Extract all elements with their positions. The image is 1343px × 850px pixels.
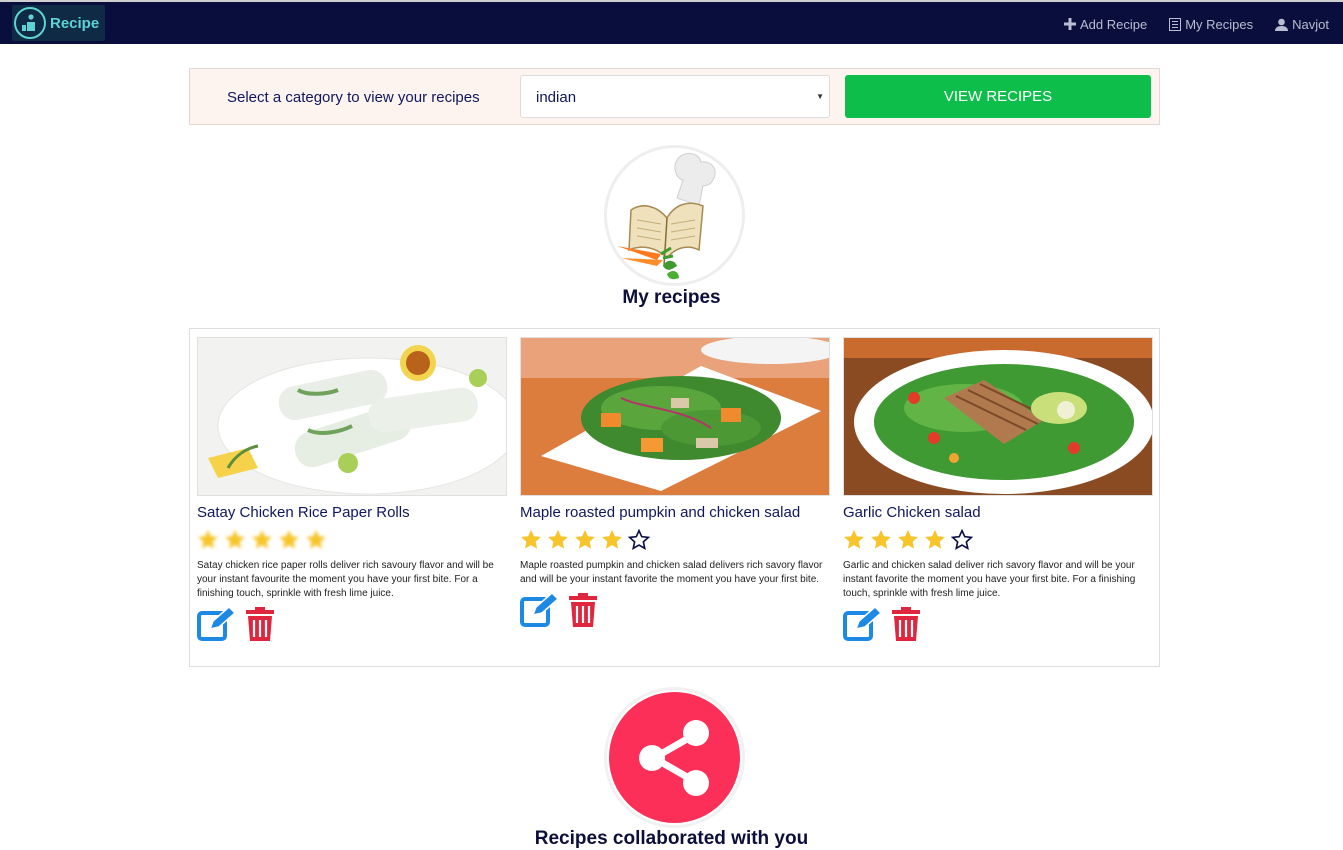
recipe-image[interactable] [197, 337, 507, 496]
cookbook-icon [604, 145, 745, 286]
star-filled-icon[interactable] [251, 529, 273, 550]
recipe-title[interactable]: Maple roasted pumpkin and chicken salad [520, 504, 830, 521]
star-empty-icon[interactable] [951, 528, 973, 550]
star-filled-icon[interactable] [278, 529, 300, 550]
edit-icon[interactable] [843, 605, 883, 646]
category-select-value: indian [536, 89, 577, 106]
plus-icon [1064, 18, 1076, 30]
user-icon [1275, 18, 1289, 31]
trash-icon[interactable] [891, 607, 921, 646]
collab-title: Recipes collaborated with you [534, 828, 809, 849]
chef-logo-icon [14, 7, 46, 39]
recipe-title[interactable]: Garlic Chicken salad [843, 504, 1153, 521]
category-label: Select a category to view your recipes [227, 89, 480, 106]
edit-icon[interactable] [520, 591, 560, 632]
trash-icon[interactable] [245, 607, 275, 646]
nav-add-recipe-label: Add Recipe [1080, 16, 1148, 32]
star-filled-icon[interactable] [870, 529, 892, 550]
list-icon [1169, 17, 1182, 31]
top-navbar: Recipe Add Recipe My Recipes Navjot [0, 0, 1343, 44]
star-filled-icon[interactable] [601, 529, 623, 550]
star-filled-icon[interactable] [574, 529, 596, 550]
caret-down-icon: ▼ [816, 92, 824, 101]
star-filled-icon[interactable] [305, 529, 327, 550]
my-recipes-title: My recipes [622, 287, 721, 308]
nav-add-recipe[interactable]: Add Recipe [1064, 17, 1147, 32]
recipe-image[interactable] [520, 337, 830, 496]
star-filled-icon[interactable] [843, 529, 865, 550]
recipe-description: Maple roasted pumpkin and chicken salad … [520, 560, 823, 585]
star-filled-icon[interactable] [197, 529, 219, 550]
nav-my-recipes[interactable]: My Recipes [1169, 17, 1253, 32]
star-filled-icon[interactable] [547, 529, 569, 550]
nav-user-label: Navjot [1292, 16, 1329, 32]
star-filled-icon[interactable] [897, 529, 919, 550]
recipe-title[interactable]: Satay Chicken Rice Paper Rolls [197, 504, 507, 521]
nav-my-recipes-label: My Recipes [1185, 16, 1254, 32]
rating-stars [843, 527, 1153, 551]
star-filled-icon[interactable] [924, 529, 946, 550]
rating-stars [520, 527, 830, 551]
star-filled-icon[interactable] [520, 529, 542, 550]
category-bar: Select a category to view your recipes i… [189, 68, 1160, 125]
recipe-description: Garlic and chicken salad deliver rich sa… [843, 560, 1136, 599]
share-icon [604, 687, 745, 828]
recipe-image[interactable] [843, 337, 1153, 496]
view-recipes-button[interactable]: VIEW RECIPES [845, 75, 1151, 118]
category-select[interactable]: indian ▼ [520, 75, 830, 118]
star-empty-icon[interactable] [628, 528, 650, 550]
nav-user[interactable]: Navjot [1275, 17, 1329, 32]
recipes-panel: Satay Chicken Rice Paper Rolls Satay chi… [189, 328, 1160, 667]
star-filled-icon[interactable] [224, 529, 246, 550]
brand-name: Recipe [50, 14, 100, 32]
recipe-card: Satay Chicken Rice Paper Rolls Satay chi… [197, 337, 507, 646]
recipe-card: Garlic Chicken salad Garlic and chicken … [843, 337, 1153, 646]
recipe-card: Maple roasted pumpkin and chicken salad … [520, 337, 830, 632]
edit-icon[interactable] [197, 605, 237, 646]
brand-logo-link[interactable]: Recipe [12, 5, 106, 41]
trash-icon[interactable] [568, 593, 598, 632]
rating-stars [197, 527, 507, 551]
recipe-description: Satay chicken rice paper rolls deliver r… [197, 560, 494, 599]
